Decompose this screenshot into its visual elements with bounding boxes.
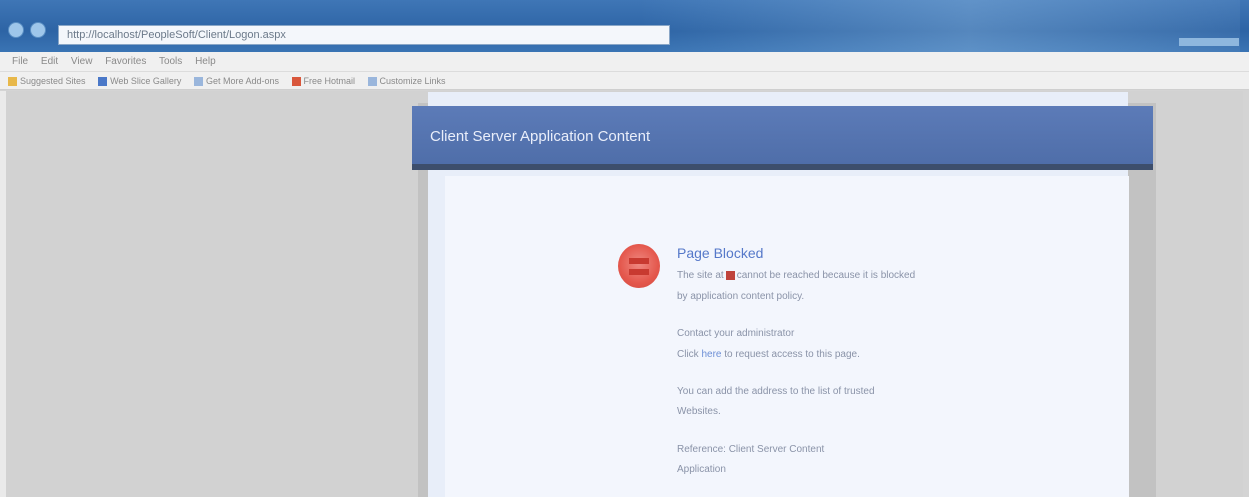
menu-bar: File Edit View Favorites Tools Help: [0, 52, 1249, 72]
dialog-title: Client Server Application Content: [430, 128, 651, 145]
request-access-link[interactable]: here: [701, 349, 721, 360]
error-line-8: Application: [677, 464, 726, 475]
favorite-item[interactable]: Customize Links: [367, 72, 446, 90]
menu-help[interactable]: Help: [195, 56, 216, 67]
error-icon: [618, 244, 660, 288]
window-controls[interactable]: [1179, 38, 1239, 46]
error-line-4: Click here to request access to this pag…: [677, 349, 860, 360]
blocked-site-icon: [725, 270, 735, 280]
menu-favorites[interactable]: Favorites: [105, 56, 146, 67]
menu-tools[interactable]: Tools: [159, 56, 182, 67]
forward-icon[interactable]: [30, 22, 46, 38]
page-icon: [98, 77, 108, 87]
error-line-5: You can add the address to the list of t…: [677, 386, 875, 397]
error-line-3: Contact your administrator: [677, 328, 795, 339]
page-icon: [193, 77, 203, 87]
favorite-item[interactable]: Get More Add-ons: [193, 72, 279, 90]
star-icon: [8, 77, 17, 87]
error-line-6: Websites.: [677, 406, 721, 417]
address-text: http://localhost/PeopleSoft/Client/Logon…: [67, 29, 286, 41]
browser-titlebar: http://localhost/PeopleSoft/Client/Logon…: [0, 0, 1249, 52]
address-bar[interactable]: http://localhost/PeopleSoft/Client/Logon…: [58, 25, 670, 45]
favorite-item[interactable]: Suggested Sites: [8, 72, 86, 90]
favorites-bar: Suggested Sites Web Slice Gallery Get Mo…: [0, 72, 1249, 90]
mail-icon: [291, 77, 301, 87]
titlebar-glow: [640, 0, 1240, 52]
favorite-item[interactable]: Free Hotmail: [291, 72, 355, 90]
error-heading: Page Blocked: [677, 245, 764, 261]
favorite-item[interactable]: Web Slice Gallery: [98, 72, 181, 90]
error-line-7: Reference: Client Server Content: [677, 444, 825, 455]
dialog-header: Client Server Application Content: [412, 106, 1153, 170]
menu-edit[interactable]: Edit: [41, 56, 58, 67]
error-line-2: by application content policy.: [677, 291, 805, 302]
error-line-1: The site at cannot be reached because it …: [677, 270, 916, 281]
page-icon: [367, 77, 377, 87]
menu-file[interactable]: File: [12, 56, 28, 67]
back-icon[interactable]: [8, 22, 24, 38]
menu-view[interactable]: View: [71, 56, 93, 67]
